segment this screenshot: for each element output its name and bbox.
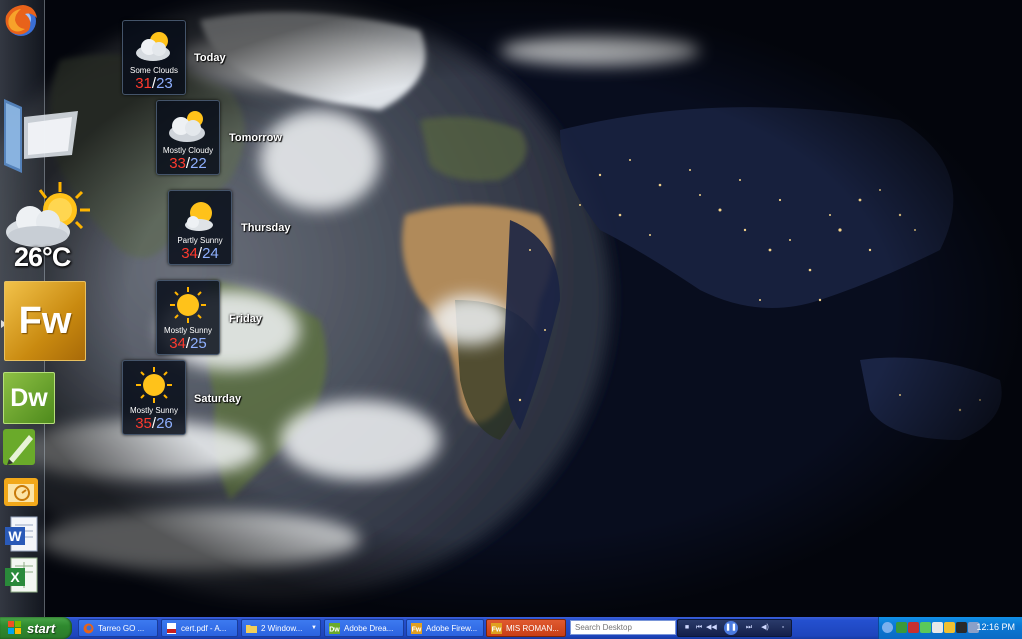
forecast-condition: Some Clouds: [129, 66, 179, 75]
media-player-toolbar: ■ ⏮ ◀◀ ❚❚ ⏭ ◀) ▫: [677, 619, 792, 637]
dock-item-word[interactable]: W: [3, 515, 41, 553]
forecast-card-tomorrow[interactable]: Mostly Cloudy 33/22: [156, 100, 220, 175]
taskbar-item-folders[interactable]: 2 Window... ▼: [241, 619, 321, 637]
pause-icon[interactable]: ❚❚: [724, 621, 738, 635]
fireworks-icon: Fw: [491, 622, 502, 634]
taskbar-item-active-document[interactable]: Fw MIS ROMAN...: [486, 619, 566, 637]
taskbar-item-label: cert.pdf - A...: [181, 623, 227, 633]
prev-track-icon[interactable]: ⏮: [694, 623, 704, 633]
desktop-search-input[interactable]: [570, 620, 676, 635]
forecast-condition: Mostly Sunny: [129, 406, 179, 415]
start-button[interactable]: start: [0, 617, 72, 639]
forecast-day-label: Tomorrow: [229, 132, 282, 144]
tray-messenger-icon[interactable]: [920, 622, 931, 633]
tray-network-icon[interactable]: [896, 622, 907, 633]
forecast-condition: Partly Sunny: [177, 236, 223, 245]
fireworks-icon: Fw: [411, 622, 422, 634]
next-track-icon[interactable]: ⏭: [744, 623, 754, 633]
forecast-temps: 34/24: [181, 245, 219, 262]
taskbar-item-label: 2 Window...: [261, 623, 303, 633]
outlook-icon: [4, 478, 38, 506]
tray-security-icon[interactable]: [908, 622, 919, 633]
windows-logo-icon: [8, 621, 21, 634]
current-temperature: 26°C: [14, 242, 71, 272]
taskbar: start Tarreo GO ... cert.pdf - A... 2 Wi…: [0, 617, 1022, 639]
rewind-icon[interactable]: ◀◀: [706, 623, 717, 633]
forecast-day-label: Saturday: [194, 393, 242, 405]
dreamweaver-icon: Dw: [329, 622, 340, 634]
sun-icon: [136, 367, 172, 403]
taskbar-item-label: Adobe Firew...: [426, 623, 478, 633]
forecast-day-label: Friday: [229, 313, 263, 325]
forecast-card-friday[interactable]: Mostly Sunny 34/25: [156, 280, 220, 355]
taskbar-item-label: Tarreo GO ...: [98, 623, 145, 633]
tray-chevron-icon[interactable]: [882, 622, 893, 633]
svg-text:Fw: Fw: [492, 626, 502, 633]
cloud-sun-icon: [169, 111, 205, 142]
windows-flip-icon: [4, 99, 78, 173]
tray-volume-icon[interactable]: [932, 622, 943, 633]
current-weather-widget[interactable]: 26°C: [2, 180, 94, 275]
volume-icon[interactable]: ◀): [760, 623, 770, 633]
forecast-temps: 33/22: [169, 155, 207, 172]
word-icon: W: [5, 516, 38, 552]
forecast-day-label: Thursday: [241, 222, 291, 234]
dock-item-dreamweaver[interactable]: Dw: [3, 372, 55, 424]
group-dropdown-arrow-icon: ▼: [311, 625, 317, 631]
forecast-temps: 31/23: [135, 75, 173, 92]
cloud-sun-icon: [6, 182, 90, 247]
pdf-icon: [167, 622, 176, 634]
forecast-day-label: Today: [194, 52, 226, 64]
taskbar-item-firefox[interactable]: Tarreo GO ...: [78, 619, 158, 637]
taskbar-item-fireworks[interactable]: Fw Adobe Firew...: [406, 619, 484, 637]
system-tray: 12:16 PM: [878, 617, 1022, 639]
dock-item-corel[interactable]: [1, 425, 41, 469]
forecast-condition: Mostly Cloudy: [162, 146, 214, 155]
fireworks-tile-label: Fw: [18, 299, 72, 342]
dock-item-windows[interactable]: [0, 95, 80, 175]
dock-item-fireworks[interactable]: Fw: [4, 281, 86, 361]
desktop: 26°C Fw Dw W X Some Clouds 31/23 Today M…: [0, 0, 1022, 617]
forecast-temps: 34/25: [169, 335, 207, 352]
firefox-icon: [83, 623, 94, 633]
start-label: start: [27, 620, 56, 636]
svg-text:W: W: [8, 528, 22, 544]
forecast-card-thursday[interactable]: Partly Sunny 34/24: [168, 190, 232, 265]
svg-text:Dw: Dw: [329, 626, 340, 633]
stop-icon[interactable]: ■: [682, 623, 692, 633]
firefox-icon: [5, 5, 37, 36]
excel-icon: X: [5, 557, 38, 593]
tray-update-icon[interactable]: [944, 622, 955, 633]
forecast-temps: 35/26: [135, 415, 173, 432]
dock-item-excel[interactable]: X: [3, 556, 41, 594]
taskbar-item-label: MIS ROMAN...: [506, 623, 559, 633]
dock-item-outlook[interactable]: [2, 472, 42, 512]
sun-icon: [170, 287, 206, 323]
taskbar-item-label: Adobe Drea...: [344, 623, 394, 633]
folder-icon: [246, 624, 257, 633]
corel-pen-icon: [3, 429, 35, 465]
forecast-card-today[interactable]: Some Clouds 31/23: [122, 20, 186, 95]
clock[interactable]: 12:16 PM: [976, 622, 1015, 632]
taskbar-item-pdf[interactable]: cert.pdf - A...: [161, 619, 238, 637]
svg-text:X: X: [10, 569, 20, 585]
sun-cloud-icon: [185, 202, 213, 231]
forecast-condition: Mostly Sunny: [163, 326, 213, 335]
taskbar-item-dreamweaver[interactable]: Dw Adobe Drea...: [324, 619, 404, 637]
dock-item-firefox[interactable]: [1, 2, 41, 40]
restore-player-icon[interactable]: ▫: [778, 623, 788, 633]
svg-text:Fw: Fw: [412, 626, 422, 633]
dreamweaver-tile-label: Dw: [10, 383, 48, 412]
forecast-card-saturday[interactable]: Mostly Sunny 35/26: [122, 360, 186, 435]
cloud-sun-icon: [136, 32, 170, 61]
tray-app-icon[interactable]: [956, 622, 967, 633]
